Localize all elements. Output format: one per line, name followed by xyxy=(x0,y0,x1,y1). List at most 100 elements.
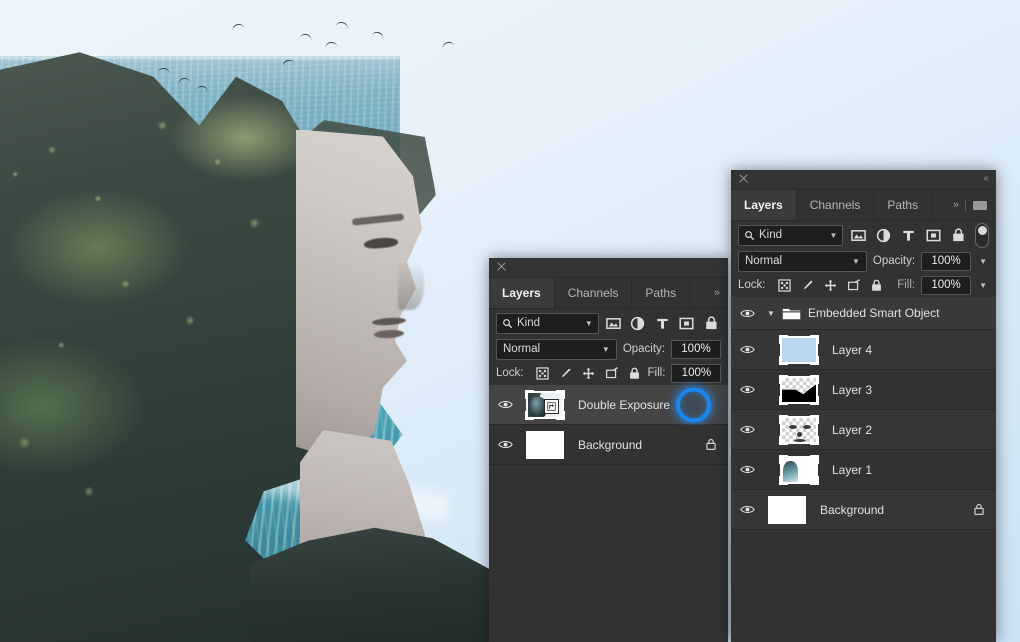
layer-thumbnail[interactable] xyxy=(764,496,810,524)
opacity-stepper-chevron-icon[interactable]: ▼ xyxy=(977,257,989,266)
eye-icon xyxy=(740,308,755,319)
smart-object-filter-icon[interactable] xyxy=(949,225,969,246)
visibility-toggle[interactable] xyxy=(731,344,764,355)
chevron-down-icon: ▼ xyxy=(830,231,838,240)
tab-channels[interactable]: Channels xyxy=(555,278,633,308)
layers-panel-back[interactable]: « Layers Channels Paths » Kind ▼ xyxy=(731,170,996,642)
portrait-thumbnail xyxy=(780,456,818,484)
bird-icon xyxy=(299,33,312,42)
blend-mode-select[interactable]: Normal ▼ xyxy=(496,339,617,360)
layer-row-background[interactable]: Background xyxy=(489,425,728,465)
image-filter-icon[interactable] xyxy=(848,225,868,246)
collapse-panel-icon[interactable]: « xyxy=(983,173,988,184)
layer-group-embedded-smart-object[interactable]: ▼ Embedded Smart Object xyxy=(731,297,996,330)
face-marks xyxy=(782,418,816,442)
nose-shadow xyxy=(398,262,424,310)
birds-flock xyxy=(0,0,480,140)
lock-position-icon[interactable] xyxy=(582,366,596,380)
visibility-toggle[interactable] xyxy=(731,504,764,515)
sky-thumbnail xyxy=(780,336,818,364)
eye-icon xyxy=(498,439,513,450)
visibility-toggle[interactable] xyxy=(731,384,764,395)
visibility-toggle[interactable] xyxy=(489,399,522,410)
shape-filter-icon[interactable] xyxy=(924,225,944,246)
fill-input[interactable]: 100% xyxy=(671,364,721,383)
lock-image-pixels-icon[interactable] xyxy=(559,366,573,380)
type-filter-icon[interactable] xyxy=(899,225,919,246)
front-filter-row: Kind ▼ xyxy=(489,309,728,337)
bird-icon xyxy=(178,77,191,85)
layer-thumbnail[interactable] xyxy=(776,336,822,364)
blend-mode-value: Normal xyxy=(745,255,782,267)
image-filter-icon[interactable] xyxy=(604,313,623,334)
lock-position-icon[interactable] xyxy=(824,278,838,292)
lock-all-icon[interactable] xyxy=(628,366,642,380)
white-thumbnail xyxy=(768,496,806,524)
tab-channels[interactable]: Channels xyxy=(797,190,875,220)
layer-thumbnail[interactable] xyxy=(522,431,568,459)
layer-row-layer-3[interactable]: Layer 3 xyxy=(731,370,996,410)
filter-kind-select[interactable]: Kind ▼ xyxy=(496,313,599,334)
visibility-toggle[interactable] xyxy=(731,308,764,319)
bird-icon xyxy=(371,30,384,39)
tab-overflow-icon[interactable]: » xyxy=(953,199,958,211)
lock-artboard-icon[interactable] xyxy=(847,278,861,292)
layer-locked-icon xyxy=(962,503,996,516)
lock-transparent-pixels-icon[interactable] xyxy=(536,366,550,380)
smart-object-badge-icon xyxy=(544,399,559,414)
blend-mode-select[interactable]: Normal ▼ xyxy=(738,251,867,272)
layer-row-layer-4[interactable]: Layer 4 xyxy=(731,330,996,370)
shape-filter-icon[interactable] xyxy=(677,313,696,334)
filter-kind-select[interactable]: Kind ▼ xyxy=(738,225,843,246)
layer-row-double-exposure[interactable]: Double Exposure xyxy=(489,385,728,425)
layers-panel-front[interactable]: Layers Channels Paths » Kind ▼ xyxy=(489,258,728,642)
lock-transparent-pixels-icon[interactable] xyxy=(778,278,792,292)
lock-icon-group xyxy=(778,278,884,292)
close-icon[interactable] xyxy=(496,261,507,272)
lock-image-pixels-icon[interactable] xyxy=(801,278,815,292)
filter-kind-value: Kind xyxy=(759,229,782,241)
back-layer-list-empty-area[interactable] xyxy=(731,530,996,640)
close-icon[interactable] xyxy=(738,173,749,184)
panel-menu-icon[interactable] xyxy=(973,201,987,210)
white-thumbnail xyxy=(526,431,564,459)
opacity-input[interactable]: 100% xyxy=(671,340,721,359)
blend-mode-value: Normal xyxy=(503,343,540,355)
fill-label: Fill: xyxy=(897,279,915,291)
layer-thumbnail[interactable] xyxy=(776,456,822,484)
tab-paths[interactable]: Paths xyxy=(874,190,932,220)
adjustment-filter-icon[interactable] xyxy=(628,313,647,334)
tab-layers[interactable]: Layers xyxy=(489,278,555,308)
lock-label: Lock: xyxy=(496,367,524,379)
mask-thumbnail xyxy=(780,376,818,404)
visibility-toggle[interactable] xyxy=(489,439,522,450)
tab-paths[interactable]: Paths xyxy=(632,278,690,308)
layer-row-background[interactable]: Background xyxy=(731,490,996,530)
front-layer-list-empty-area[interactable] xyxy=(489,465,728,613)
group-disclosure-icon[interactable]: ▼ xyxy=(764,309,778,318)
type-filter-icon[interactable] xyxy=(653,313,672,334)
fill-stepper-chevron-icon[interactable]: ▼ xyxy=(977,281,989,290)
visibility-toggle[interactable] xyxy=(731,424,764,435)
fill-input[interactable]: 100% xyxy=(921,276,971,295)
adjustment-filter-icon[interactable] xyxy=(874,225,894,246)
lock-artboard-icon[interactable] xyxy=(605,366,619,380)
tab-channels-label: Channels xyxy=(810,198,861,212)
layer-thumbnail[interactable] xyxy=(522,391,568,419)
tab-overflow-icon[interactable]: » xyxy=(714,287,719,299)
visibility-toggle[interactable] xyxy=(731,464,764,475)
opacity-input[interactable]: 100% xyxy=(921,252,971,271)
layer-thumbnail[interactable] xyxy=(776,376,822,404)
tab-layers[interactable]: Layers xyxy=(731,190,797,220)
smart-object-filter-icon[interactable] xyxy=(702,313,721,334)
lock-all-icon[interactable] xyxy=(870,278,884,292)
cursor-ring-indicator xyxy=(676,387,711,422)
layer-group-name: Embedded Smart Object xyxy=(804,306,996,320)
search-icon xyxy=(502,318,513,329)
filter-enable-toggle[interactable] xyxy=(975,223,989,248)
layer-row-layer-1[interactable]: Layer 1 xyxy=(731,450,996,490)
layer-thumbnail[interactable] xyxy=(776,416,822,444)
layer-row-layer-2[interactable]: Layer 2 xyxy=(731,410,996,450)
back-panel-tabs: Layers Channels Paths » xyxy=(731,190,996,221)
chevron-down-icon: ▼ xyxy=(602,345,610,354)
